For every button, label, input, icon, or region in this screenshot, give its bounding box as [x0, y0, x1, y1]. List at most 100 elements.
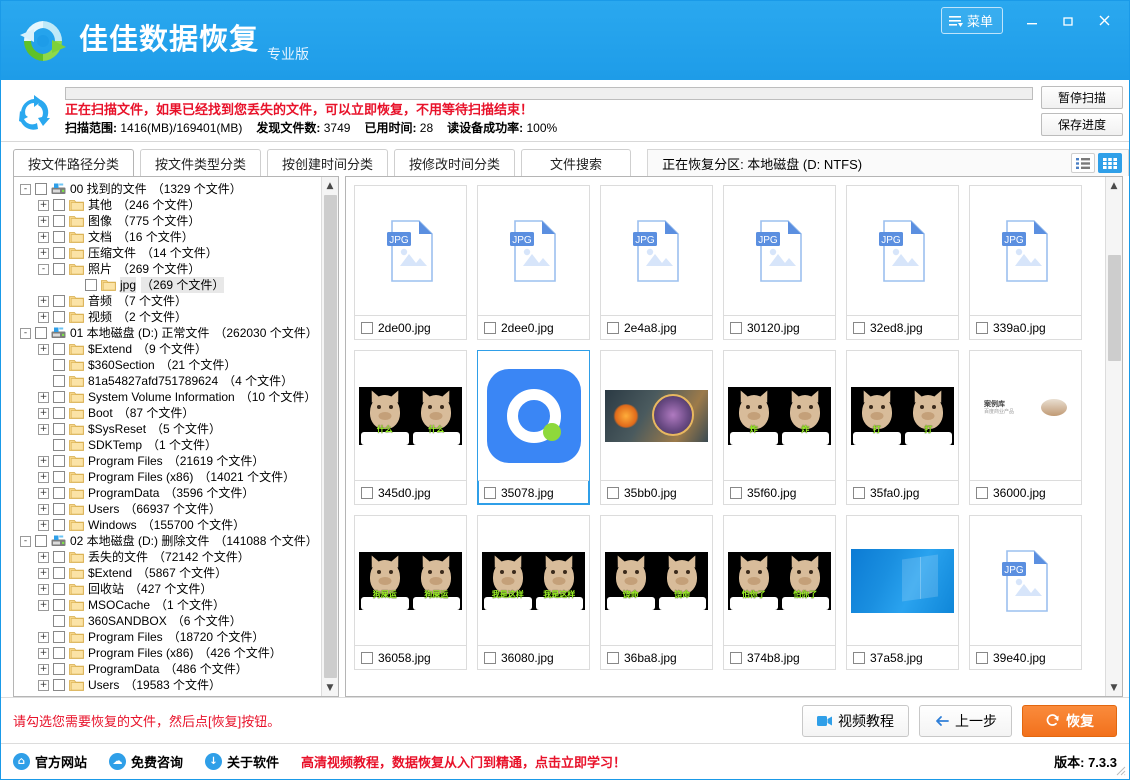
expand-icon[interactable]: + — [38, 216, 49, 227]
tree-checkbox[interactable] — [53, 439, 65, 451]
grid-scroll-track[interactable] — [1106, 194, 1123, 679]
tree-row[interactable]: +$Extend（5867 个文件） — [18, 565, 321, 581]
folder-tree[interactable]: -00 找到的文件（1329 个文件）+其他（246 个文件）+图像（775 个… — [14, 177, 321, 696]
file-checkbox[interactable] — [607, 652, 619, 664]
tree-checkbox[interactable] — [53, 615, 65, 627]
file-checkbox[interactable] — [730, 322, 742, 334]
tree-row[interactable]: +$SysReset（5 个文件） — [18, 421, 321, 437]
expand-icon[interactable]: + — [38, 648, 49, 659]
tree-row[interactable]: +ProgramData（3596 个文件） — [18, 485, 321, 501]
tab-by-file-type[interactable]: 按文件类型分类 — [140, 149, 261, 176]
tree-checkbox[interactable] — [53, 263, 65, 275]
tree-row[interactable]: +ProgramData（486 个文件） — [18, 661, 321, 677]
expand-icon[interactable]: + — [38, 296, 49, 307]
expand-icon[interactable]: + — [38, 520, 49, 531]
list-view-icon[interactable] — [1071, 153, 1095, 173]
file-thumbnail-cell[interactable]: JPG39e40.jpg — [969, 515, 1082, 670]
expand-icon[interactable]: + — [38, 312, 49, 323]
grid-scroll-thumb[interactable] — [1108, 255, 1121, 361]
file-grid-scrollbar[interactable]: ▲ ▼ — [1105, 177, 1122, 696]
expand-icon[interactable]: + — [38, 584, 49, 595]
file-thumbnail-cell[interactable]: 37a58.jpg — [846, 515, 959, 670]
tree-row[interactable]: +Program Files (x86)（14021 个文件） — [18, 469, 321, 485]
expand-icon[interactable]: + — [38, 552, 49, 563]
promo-text[interactable]: 高清视频教程，数据恢复从入门到精通，点击立即学习！ — [301, 752, 1054, 771]
tree-scroll-up-icon[interactable]: ▲ — [322, 177, 339, 194]
expand-icon[interactable]: + — [38, 344, 49, 355]
previous-step-button[interactable]: 上一步 — [919, 705, 1012, 737]
tab-file-search[interactable]: 文件搜索 — [521, 149, 631, 176]
tree-row[interactable]: -01 本地磁盘 (D:) 正常文件（262030 个文件） — [18, 325, 321, 341]
file-checkbox[interactable] — [607, 322, 619, 334]
tree-scroll-thumb[interactable] — [324, 195, 337, 678]
file-checkbox[interactable] — [361, 487, 373, 499]
expand-icon[interactable]: + — [38, 200, 49, 211]
file-checkbox[interactable] — [976, 487, 988, 499]
expand-icon[interactable]: + — [38, 680, 49, 691]
tree-checkbox[interactable] — [53, 567, 65, 579]
tree-checkbox[interactable] — [35, 183, 47, 195]
maximize-button[interactable] — [1051, 8, 1085, 34]
file-thumbnail-cell[interactable]: 狗屎运狗屎运36058.jpg — [354, 515, 467, 670]
tab-by-file-path[interactable]: 按文件路径分类 — [13, 149, 134, 176]
tree-row[interactable]: +回收站（427 个文件） — [18, 581, 321, 597]
tree-checkbox[interactable] — [53, 631, 65, 643]
file-thumbnail-cell[interactable]: JPG339a0.jpg — [969, 185, 1082, 340]
file-thumbnail-grid[interactable]: JPG2de00.jpgJPG2dee0.jpgJPG2e4a8.jpgJPG3… — [346, 177, 1105, 696]
file-thumbnail-cell[interactable]: JPG2dee0.jpg — [477, 185, 590, 340]
tree-row[interactable]: $360Section（21 个文件） — [18, 357, 321, 373]
save-progress-button[interactable]: 保存进度 — [1041, 113, 1123, 136]
file-checkbox[interactable] — [853, 652, 865, 664]
tree-row[interactable]: +Users（66937 个文件） — [18, 501, 321, 517]
tree-row[interactable]: +Program Files（21619 个文件） — [18, 453, 321, 469]
expand-icon[interactable]: + — [38, 424, 49, 435]
file-thumbnail-cell[interactable]: 案例库百度商业产品36000.jpg — [969, 350, 1082, 505]
file-thumbnail-cell[interactable]: JPG30120.jpg — [723, 185, 836, 340]
tree-checkbox[interactable] — [53, 391, 65, 403]
tree-checkbox[interactable] — [53, 375, 65, 387]
tree-row[interactable]: +视频（2 个文件） — [18, 309, 321, 325]
grid-scroll-up-icon[interactable]: ▲ — [1106, 177, 1123, 194]
tree-row[interactable]: -00 找到的文件（1329 个文件） — [18, 181, 321, 197]
tree-checkbox[interactable] — [53, 311, 65, 323]
about-software-link[interactable]: ↓ 关于软件 — [205, 752, 279, 771]
expand-icon[interactable]: + — [38, 248, 49, 259]
expand-icon[interactable]: + — [38, 568, 49, 579]
file-thumbnail-cell[interactable]: JPG2e4a8.jpg — [600, 185, 713, 340]
tree-checkbox[interactable] — [53, 455, 65, 467]
tree-row[interactable]: 81a54827afd751789624（4 个文件） — [18, 373, 321, 389]
tree-checkbox[interactable] — [53, 423, 65, 435]
file-checkbox[interactable] — [361, 322, 373, 334]
file-thumbnail-cell[interactable]: JPG2de00.jpg — [354, 185, 467, 340]
grid-view-icon[interactable] — [1098, 153, 1122, 173]
tree-row[interactable]: +Program Files（18720 个文件） — [18, 629, 321, 645]
file-thumbnail-cell[interactable]: 什么什么345d0.jpg — [354, 350, 467, 505]
video-tutorial-button[interactable]: 视频教程 — [802, 705, 909, 737]
tree-scroll-down-icon[interactable]: ▼ — [322, 679, 339, 696]
expand-icon[interactable]: + — [38, 232, 49, 243]
collapse-icon[interactable]: - — [38, 264, 49, 275]
tree-checkbox[interactable] — [53, 199, 65, 211]
tree-row[interactable]: +Windows（155700 个文件） — [18, 517, 321, 533]
tree-checkbox[interactable] — [53, 663, 65, 675]
free-consultation-link[interactable]: ☁ 免费咨询 — [109, 752, 183, 771]
tree-checkbox[interactable] — [35, 535, 47, 547]
tree-row[interactable]: +丢失的文件（72142 个文件） — [18, 549, 321, 565]
tree-row[interactable]: +文档（16 个文件） — [18, 229, 321, 245]
tree-row[interactable]: SDKTemp（1 个文件） — [18, 437, 321, 453]
file-thumbnail-cell[interactable]: 35bb0.jpg — [600, 350, 713, 505]
tree-checkbox[interactable] — [53, 647, 65, 659]
collapse-icon[interactable]: - — [20, 328, 31, 339]
expand-icon[interactable]: + — [38, 600, 49, 611]
file-thumbnail-cell[interactable]: 怕你了怕你了374b8.jpg — [723, 515, 836, 670]
tree-row[interactable]: jpg（269 个文件） — [18, 277, 321, 293]
file-checkbox[interactable] — [484, 487, 496, 499]
file-thumbnail-cell[interactable]: 我是这样我是这样36080.jpg — [477, 515, 590, 670]
file-thumbnail-cell[interactable]: JPG32ed8.jpg — [846, 185, 959, 340]
pause-scan-button[interactable]: 暂停扫描 — [1041, 86, 1123, 109]
official-website-link[interactable]: ⌂ 官方网站 — [13, 752, 87, 771]
tree-checkbox[interactable] — [53, 295, 65, 307]
tree-row[interactable]: +图像（775 个文件） — [18, 213, 321, 229]
tab-by-create-time[interactable]: 按创建时间分类 — [267, 149, 388, 176]
tree-row[interactable]: +Users（19583 个文件） — [18, 677, 321, 693]
